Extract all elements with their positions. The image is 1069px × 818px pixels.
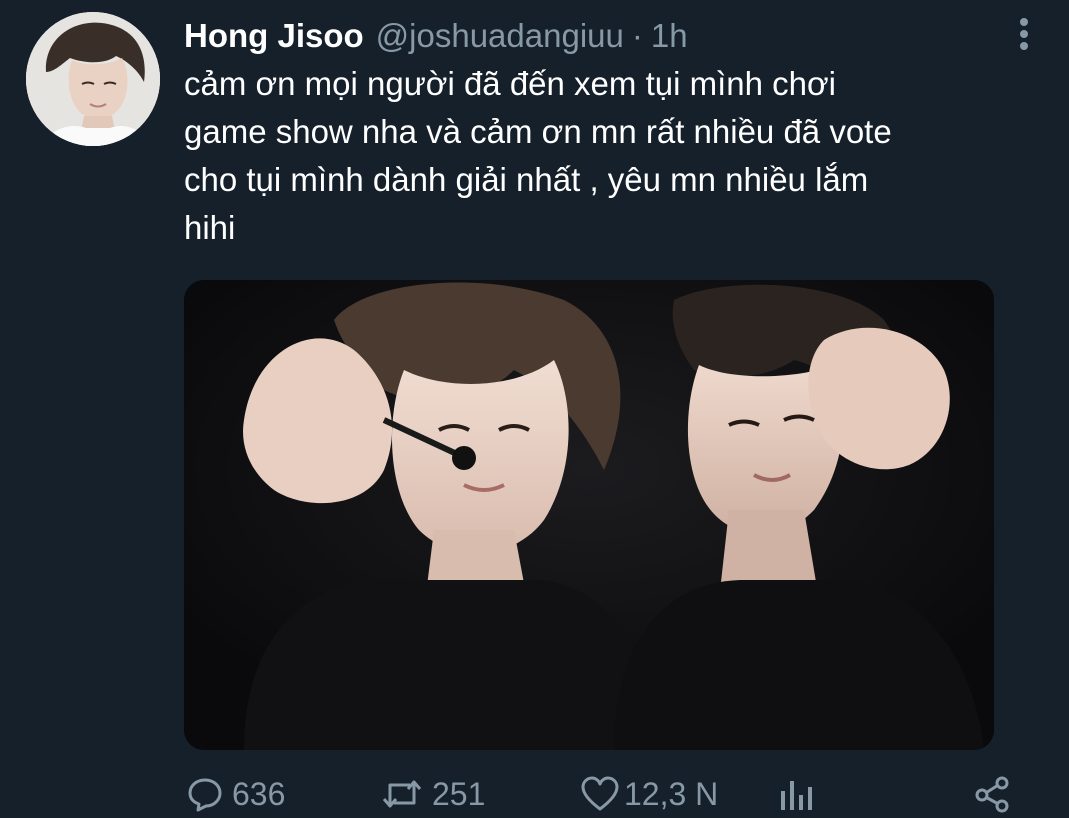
like-button[interactable]: 12,3 N bbox=[580, 770, 718, 818]
analytics-button[interactable] bbox=[778, 770, 814, 818]
speech-bubble-icon bbox=[188, 778, 222, 812]
avatar-image bbox=[26, 12, 160, 146]
share-nodes-icon bbox=[975, 776, 1009, 813]
tweet[interactable]: Hong Jisoo @joshuadangiuu · 1h cảm ơn mọ… bbox=[0, 0, 1069, 818]
tweet-header: Hong Jisoo @joshuadangiuu · 1h bbox=[184, 14, 688, 58]
avatar[interactable] bbox=[26, 12, 160, 146]
photo-image bbox=[184, 280, 994, 750]
retweet-count: 251 bbox=[432, 775, 486, 812]
tweet-photo[interactable] bbox=[184, 280, 994, 750]
display-name[interactable]: Hong Jisoo bbox=[184, 17, 364, 55]
retweet-button[interactable]: 251 bbox=[380, 770, 485, 818]
retweet-arrows-icon bbox=[382, 780, 422, 808]
tweet-text-line: game show nha và cảm ơn mn rất nhiều đã … bbox=[184, 113, 892, 150]
separator-dot: · bbox=[631, 17, 643, 54]
like-count: 12,3 N bbox=[624, 775, 719, 812]
tweet-text: cảm ơn mọi người đã đến xem tụi mình chơ… bbox=[184, 60, 1044, 252]
reply-count: 636 bbox=[232, 775, 286, 812]
reply-button[interactable]: 636 bbox=[186, 770, 285, 818]
vertical-dots-icon bbox=[1020, 18, 1028, 50]
tweet-text-line: cảm ơn mọi người đã đến xem tụi mình chơ… bbox=[184, 65, 836, 102]
share-button[interactable] bbox=[972, 770, 1012, 818]
heart-icon bbox=[581, 776, 619, 811]
tweet-text-line: hihi bbox=[184, 209, 236, 246]
tweet-text-line: cho tụi mình dành giải nhất , yêu mn nhi… bbox=[184, 161, 869, 198]
timestamp[interactable]: 1h bbox=[651, 17, 688, 55]
bar-chart-icon bbox=[781, 781, 812, 810]
user-handle[interactable]: @joshuadangiuu bbox=[376, 17, 624, 55]
tweet-actions: 636 251 12,3 N bbox=[0, 770, 1069, 818]
more-options-button[interactable] bbox=[1006, 14, 1042, 54]
